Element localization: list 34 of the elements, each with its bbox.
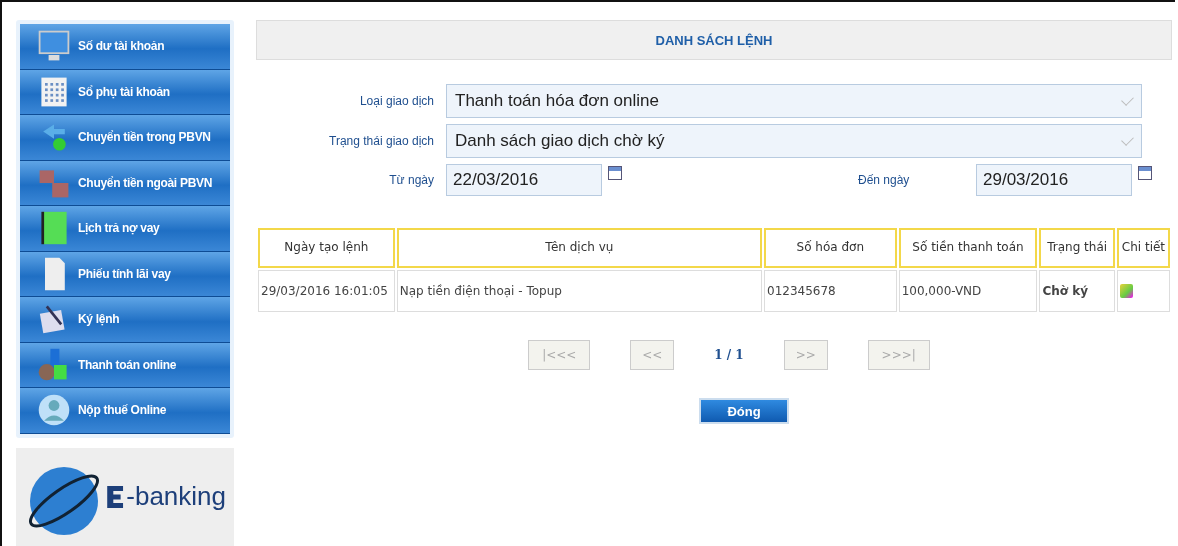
close-button[interactable]: Đóng (699, 398, 789, 424)
field-label: Trạng thái giao dịch (328, 134, 434, 148)
sidebar-item[interactable]: Nộp thuế Online (20, 388, 230, 434)
column-header: Số hóa đơn (764, 228, 897, 268)
column-header: Số tiền thanh toán (898, 228, 1038, 268)
sidebar-item[interactable]: Chuyển tiền ngoài PBVN (20, 160, 230, 206)
column-header: Ngày tạo lệnh (258, 228, 395, 268)
page-indicator: 1 / 1 (714, 348, 744, 362)
sidebar-item[interactable]: Thanh toán online (20, 342, 230, 388)
sidebar-item[interactable]: Ký lệnh (20, 297, 230, 343)
column-header: Chi tiết (1116, 228, 1170, 268)
from-date-field[interactable]: 22/03/2016 (446, 164, 602, 196)
sidebar-item[interactable]: Chuyển tiền trong PBVN (20, 115, 230, 161)
table-cell: 29/03/2016 16:01:05 (258, 270, 395, 312)
field-label: Đến ngày (858, 173, 911, 187)
transaction-type-select[interactable]: Thanh toán hóa đơn online (446, 84, 1142, 118)
to-date-field[interactable]: 29/03/2016 (976, 164, 1132, 196)
page-title: DANH SÁCH LỆNH (256, 20, 1172, 60)
table-cell: Chờ ký (1039, 270, 1115, 312)
table-cell: 012345678 (764, 270, 897, 312)
table-cell: 100,000-VND (898, 270, 1038, 312)
field-label: Loại giao dịch (358, 94, 434, 108)
sidebar-item[interactable]: Phiếu tính lãi vay (20, 251, 230, 297)
sidebar-item[interactable]: Sổ phụ tài khoản (20, 69, 230, 115)
field-label: Từ ngày (388, 173, 434, 187)
table-cell: Nạp tiền điện thoại - Topup (396, 270, 762, 312)
calendar-icon[interactable] (1138, 166, 1152, 180)
column-header: Trạng thái (1039, 228, 1115, 268)
column-header: Tên dịch vụ (396, 228, 762, 268)
logo-text: -banking (126, 481, 226, 513)
sidebar-item[interactable]: Số dư tài khoản (20, 24, 230, 70)
calendar-icon[interactable] (608, 166, 622, 180)
transaction-status-select[interactable]: Danh sách giao dịch chờ ký (446, 124, 1142, 158)
sidebar-item[interactable]: Lịch trả nợ vay (20, 206, 230, 252)
